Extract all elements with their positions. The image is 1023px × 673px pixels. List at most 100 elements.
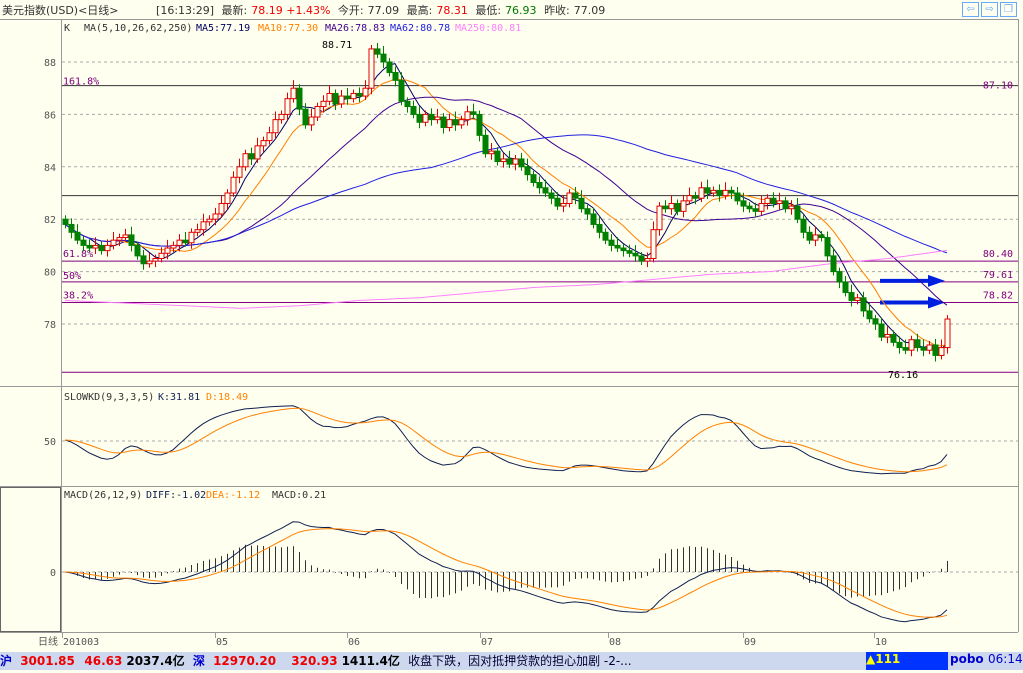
candle-body bbox=[848, 292, 855, 301]
candle-body bbox=[380, 53, 387, 63]
candle-body bbox=[524, 166, 531, 176]
candle-body bbox=[908, 339, 915, 351]
macd-value: MACD:0.21 bbox=[272, 490, 326, 501]
candle-body bbox=[272, 119, 279, 134]
candle-body bbox=[932, 344, 939, 356]
candle-body bbox=[596, 223, 603, 233]
candle-body bbox=[806, 231, 813, 241]
candle-body bbox=[152, 258, 159, 262]
candle-body bbox=[782, 200, 789, 210]
candle-body bbox=[74, 231, 81, 241]
candle-body bbox=[686, 195, 693, 202]
candle-body bbox=[938, 347, 945, 356]
candle-body bbox=[92, 244, 99, 249]
price-chart[interactable]: 161.8% 87.1061.8% 80.4050% 79.6138.2% 78.82 … bbox=[0, 0, 1023, 652]
candle-body bbox=[416, 113, 423, 123]
candle-body bbox=[446, 119, 453, 128]
alert-count[interactable]: ▲111 bbox=[866, 652, 948, 670]
candle-body bbox=[158, 252, 165, 259]
candle-body bbox=[224, 192, 231, 204]
candle-body bbox=[410, 106, 417, 115]
candle-body bbox=[218, 202, 225, 215]
candle-body bbox=[944, 318, 951, 349]
candle-body bbox=[242, 153, 249, 168]
candle-body bbox=[698, 187, 705, 199]
candle-body bbox=[842, 281, 849, 294]
candle-body bbox=[314, 106, 321, 118]
candle-body bbox=[260, 140, 267, 147]
candle-body bbox=[578, 197, 585, 210]
candle-body bbox=[140, 255, 147, 265]
candle-body bbox=[428, 113, 435, 121]
candle-body bbox=[668, 202, 675, 210]
candle-body bbox=[548, 192, 555, 199]
month-label: 10 bbox=[875, 637, 887, 648]
candle-body bbox=[518, 158, 525, 168]
y-tick-label: 78 bbox=[44, 320, 56, 331]
candle-body bbox=[758, 202, 765, 212]
candle-body bbox=[920, 347, 927, 351]
candle-body bbox=[716, 189, 723, 197]
ma5-legend: MA5:77.19 bbox=[196, 23, 250, 34]
period-label: 日线 bbox=[38, 635, 58, 648]
candle-body bbox=[206, 218, 213, 223]
candle-body bbox=[734, 192, 741, 202]
candle-body bbox=[788, 205, 795, 210]
macd-params: MACD(26,12,9) bbox=[64, 490, 142, 501]
candle-body bbox=[182, 239, 189, 244]
candle-body bbox=[476, 113, 483, 136]
candle-body bbox=[362, 87, 369, 97]
candle-body bbox=[482, 134, 489, 155]
candle-body bbox=[128, 234, 135, 246]
kd-params: SLOWKD(9,3,3,5) bbox=[64, 392, 154, 403]
ma62-legend: MA62:80.78 bbox=[390, 23, 450, 34]
candle-body bbox=[146, 260, 153, 265]
kd-k-value: K:31.81 bbox=[158, 392, 200, 403]
candle-body bbox=[818, 234, 825, 239]
y-tick-label: 86 bbox=[44, 110, 56, 121]
candle-body bbox=[794, 205, 801, 220]
news-ticker[interactable]: 收盘下跌，因对抵押贷款的担心加剧 -2-... bbox=[408, 652, 708, 669]
candle-body bbox=[890, 333, 897, 343]
candle-body bbox=[830, 255, 837, 273]
sh-index: 3001.85 bbox=[20, 654, 75, 668]
candle-body bbox=[326, 92, 333, 102]
ma250-line bbox=[64, 249, 948, 309]
month-label: 07 bbox=[481, 637, 493, 648]
month-label: 201003 bbox=[63, 637, 99, 648]
clock: 06:14 bbox=[988, 652, 1023, 666]
ma10-legend: MA10:77.30 bbox=[258, 23, 318, 34]
candle-body bbox=[440, 116, 447, 128]
fib-percent: 61.8% bbox=[63, 249, 93, 260]
candle-body bbox=[398, 79, 405, 102]
candle-body bbox=[344, 95, 351, 100]
candle-body bbox=[632, 252, 639, 257]
kd-tick: 50 bbox=[44, 437, 56, 448]
ma26-legend: MA26:78.83 bbox=[325, 23, 385, 34]
candle-body bbox=[404, 100, 411, 108]
candle-body bbox=[212, 213, 219, 220]
month-label: 06 bbox=[348, 637, 360, 648]
candle-body bbox=[914, 339, 921, 349]
candle-body bbox=[824, 237, 831, 257]
candle-body bbox=[620, 247, 627, 252]
candle-body bbox=[134, 244, 141, 257]
candle-body bbox=[110, 239, 117, 246]
candle-body bbox=[266, 132, 273, 142]
candle-body bbox=[248, 153, 255, 160]
candle-body bbox=[284, 98, 291, 115]
candle-body bbox=[572, 192, 579, 199]
candle-body bbox=[872, 318, 879, 325]
candle-body bbox=[368, 48, 375, 89]
candle-body bbox=[356, 92, 363, 97]
candle-body bbox=[638, 255, 645, 262]
candle-body bbox=[452, 119, 459, 126]
candle-body bbox=[692, 195, 699, 199]
candle-body bbox=[308, 116, 315, 126]
candle-body bbox=[200, 221, 207, 231]
candle-body bbox=[836, 271, 843, 283]
candle-body bbox=[740, 200, 747, 207]
k-label: K bbox=[64, 23, 70, 34]
status-bar: 沪 3001.85 46.63 2037.4亿 深 12970.20 320.93… bbox=[0, 652, 1023, 670]
candle-body bbox=[752, 208, 759, 212]
